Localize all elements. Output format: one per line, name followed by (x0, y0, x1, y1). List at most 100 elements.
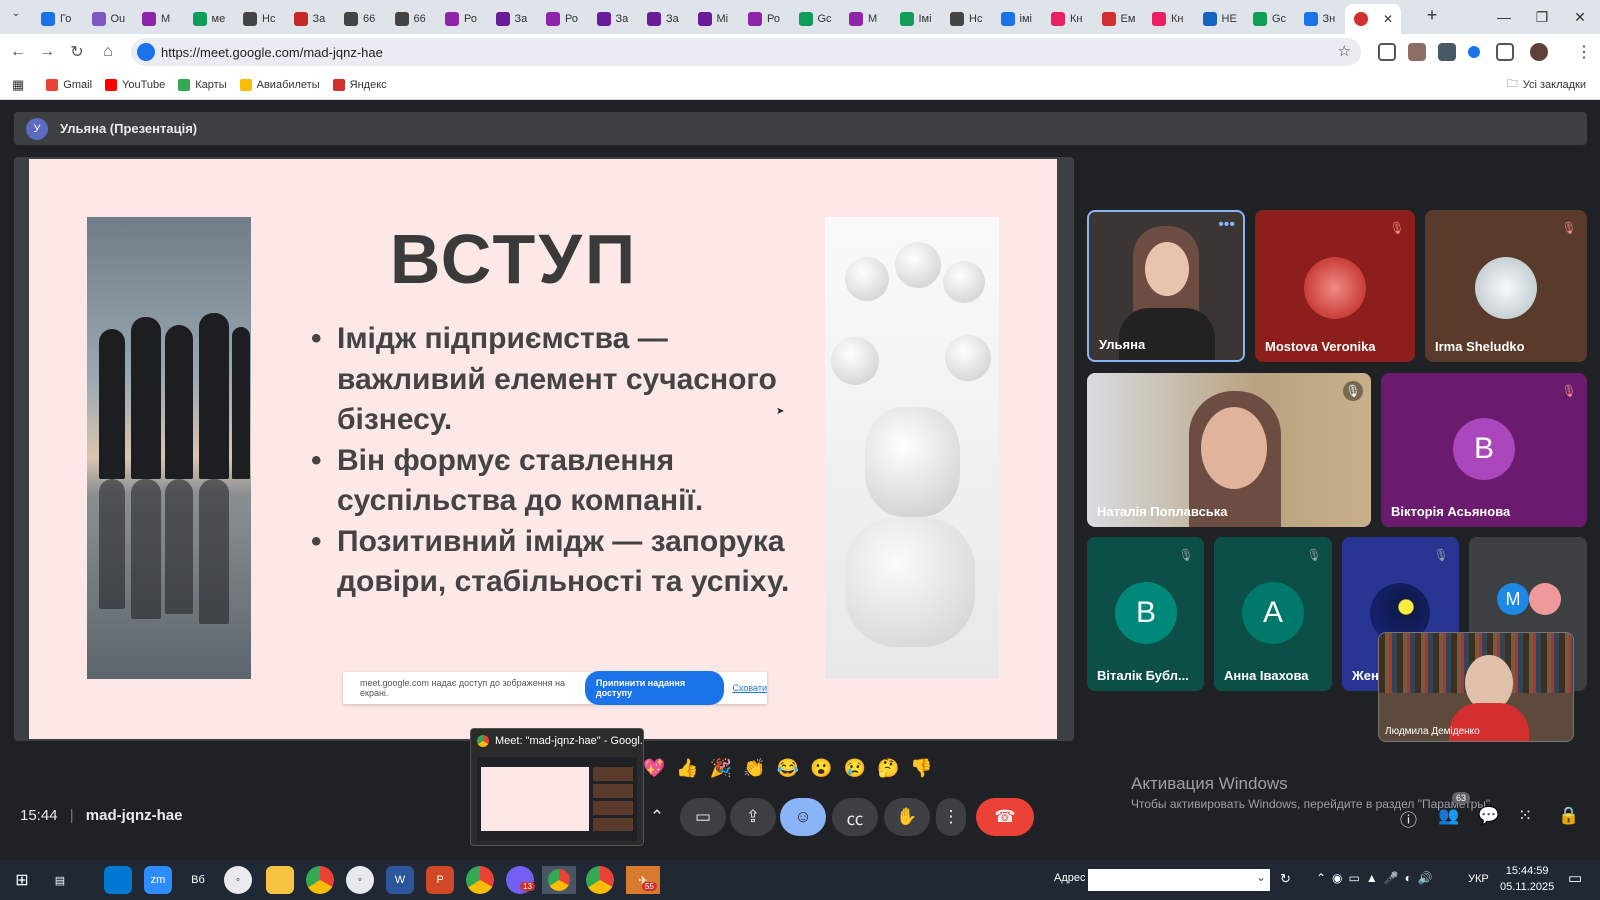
participant-tile[interactable]: ••• Ульяна (1087, 210, 1245, 362)
bookmark-item[interactable]: YouTube (105, 78, 165, 91)
reaction-emoji-button[interactable]: 👏 (743, 758, 765, 779)
bookmark-item[interactable]: Карты (178, 78, 227, 91)
captions-button[interactable]: ㏄ (832, 798, 878, 836)
people-icon[interactable]: 👥 (1438, 806, 1459, 826)
browser-tab[interactable]: Кн (1042, 4, 1093, 34)
all-bookmarks-folder[interactable]: 🗀 Усі закладки (1507, 75, 1586, 94)
apps-grid-icon[interactable]: ▦ (12, 77, 24, 93)
camera-button[interactable]: ▭ (680, 798, 726, 836)
meet-extension-icon[interactable] (1468, 46, 1480, 58)
address-toolbar-input[interactable]: ⌄ (1088, 869, 1270, 891)
reaction-emoji-button[interactable]: 👍 (676, 758, 698, 779)
bookmark-item[interactable]: Яндекс (332, 78, 387, 91)
stop-sharing-button[interactable]: Припинити надання доступу (584, 671, 725, 705)
reload-button[interactable]: ↻ (65, 40, 89, 64)
browser-tab[interactable]: 66 (335, 4, 386, 34)
profile-avatar[interactable] (1530, 43, 1548, 61)
close-tab-icon[interactable]: ✕ (1383, 12, 1393, 26)
browser-tab[interactable]: Кн (1143, 4, 1194, 34)
self-view-tile[interactable]: Людмила Деміденко (1378, 632, 1574, 742)
bookmark-star-icon[interactable]: ☆ (1338, 42, 1351, 60)
activities-icon[interactable]: ⁙ (1518, 806, 1532, 826)
browser-tab[interactable]: Ро (436, 4, 487, 34)
tab-search-button[interactable]: ⌄ (6, 8, 26, 26)
more-options-icon[interactable]: ••• (1218, 216, 1235, 234)
bookmark-item[interactable]: Gmail (46, 78, 92, 91)
browser-tab[interactable]: Ро (537, 4, 588, 34)
file-explorer-icon[interactable] (266, 866, 294, 894)
browser-tab[interactable]: Мі (689, 4, 740, 34)
address-bar[interactable]: https://meet.google.com/mad-jqnz-hae ☆ (131, 38, 1361, 66)
forward-button[interactable]: → (35, 40, 59, 64)
reaction-emoji-button[interactable]: 😂 (777, 758, 799, 779)
browser-tab-active[interactable]: ✕ (1345, 4, 1401, 34)
browser-tab[interactable]: За (487, 4, 538, 34)
hide-notice-link[interactable]: Сховати (732, 683, 767, 693)
zoom-icon[interactable]: zm (144, 866, 172, 894)
participant-tile[interactable]: А 🎙 Анна Івахова (1214, 537, 1332, 691)
reaction-emoji-button[interactable]: 🎉 (710, 758, 732, 779)
browser-tab[interactable]: імі (992, 4, 1043, 34)
participant-tile[interactable]: 🎙 Наталія Поплавська (1087, 373, 1371, 527)
cast-icon[interactable] (1378, 43, 1396, 61)
word-icon[interactable]: W (386, 866, 414, 894)
maximize-button[interactable]: ❐ (1523, 0, 1561, 34)
participant-tile[interactable]: 🎙 Irma Sheludko (1425, 210, 1587, 362)
dropdown-chevron-icon[interactable]: ⌄ (1256, 870, 1266, 884)
browser-tab[interactable]: НЕ (1194, 4, 1245, 34)
browser-tab[interactable]: Ро (739, 4, 790, 34)
more-options-button[interactable]: ⋮ (936, 798, 966, 836)
task-view-icon[interactable]: ▤ (46, 866, 74, 894)
start-button[interactable]: ⊞ (8, 866, 36, 894)
reaction-emoji-button[interactable]: 😢 (844, 758, 866, 779)
browser-tab[interactable]: М (840, 4, 891, 34)
bookmark-item[interactable]: Авиабилеты (239, 78, 320, 91)
app-icon[interactable]: ◦ (346, 866, 374, 894)
browser-tab[interactable]: За (588, 4, 639, 34)
browser-tab[interactable]: М (133, 4, 184, 34)
taskbar-window-preview[interactable]: Meet: "mad-jqnz-hae" - Googl... (470, 728, 644, 846)
raise-hand-button[interactable]: ✋ (884, 798, 930, 836)
browser-menu-icon[interactable]: ⋮ (1576, 42, 1592, 62)
reaction-emoji-button[interactable]: 😮 (810, 758, 832, 779)
minimize-button[interactable]: — (1485, 0, 1523, 34)
chat-icon[interactable]: 💬 (1478, 806, 1499, 826)
reaction-emoji-button[interactable]: 👎 (910, 758, 932, 779)
reactions-menu-chevron[interactable]: ⌃ (646, 798, 668, 836)
extension-icon[interactable] (1408, 43, 1426, 61)
present-button[interactable]: ⇪ (730, 798, 776, 836)
language-indicator[interactable]: УКР (1468, 873, 1489, 885)
back-button[interactable]: ← (6, 40, 30, 64)
chrome-icon[interactable] (466, 866, 494, 894)
participant-tile[interactable]: 🎙 Mostova Veronika (1255, 210, 1415, 362)
powerpoint-icon[interactable]: P (426, 866, 454, 894)
browser-tab[interactable]: За (285, 4, 336, 34)
taskbar-clock[interactable]: 15:44:59 05.11.2025 (1500, 863, 1554, 895)
tray-icons[interactable]: ⌃◉▭▲🎤◐🔊 (1316, 871, 1439, 885)
notifications-icon[interactable]: ▭ (1568, 869, 1582, 887)
new-tab-button[interactable]: + (1420, 5, 1444, 29)
chrome-icon[interactable] (306, 866, 334, 894)
browser-tab[interactable]: За (638, 4, 689, 34)
browser-tab[interactable]: Gc (1244, 4, 1295, 34)
browser-tab[interactable]: Го (32, 4, 83, 34)
browser-tab[interactable]: ме (184, 4, 235, 34)
leave-call-button[interactable]: ☎ (976, 798, 1034, 836)
reaction-emoji-button[interactable]: 🤔 (877, 758, 899, 779)
participant-tile[interactable]: В 🎙 Віталік Бубл... (1087, 537, 1204, 691)
reaction-emoji-button[interactable]: 💖 (643, 758, 665, 779)
store-icon[interactable] (104, 866, 132, 894)
chrome-icon[interactable] (586, 866, 614, 894)
browser-tab[interactable]: Нс (941, 4, 992, 34)
site-info-icon[interactable] (137, 43, 155, 61)
refresh-icon[interactable]: ↻ (1280, 871, 1291, 887)
browser-tab[interactable]: Ou (83, 4, 134, 34)
browser-tab[interactable]: Нс (234, 4, 285, 34)
meeting-details-icon[interactable]: ⓘ (1400, 806, 1417, 831)
reactions-button[interactable]: ☺ (780, 798, 826, 836)
app-icon[interactable]: ◦ (224, 866, 252, 894)
browser-tab[interactable]: Імі (891, 4, 942, 34)
app-icon[interactable]: Вб (184, 866, 212, 894)
browser-tab[interactable]: Gc (790, 4, 841, 34)
extensions-puzzle-icon[interactable] (1496, 43, 1514, 61)
